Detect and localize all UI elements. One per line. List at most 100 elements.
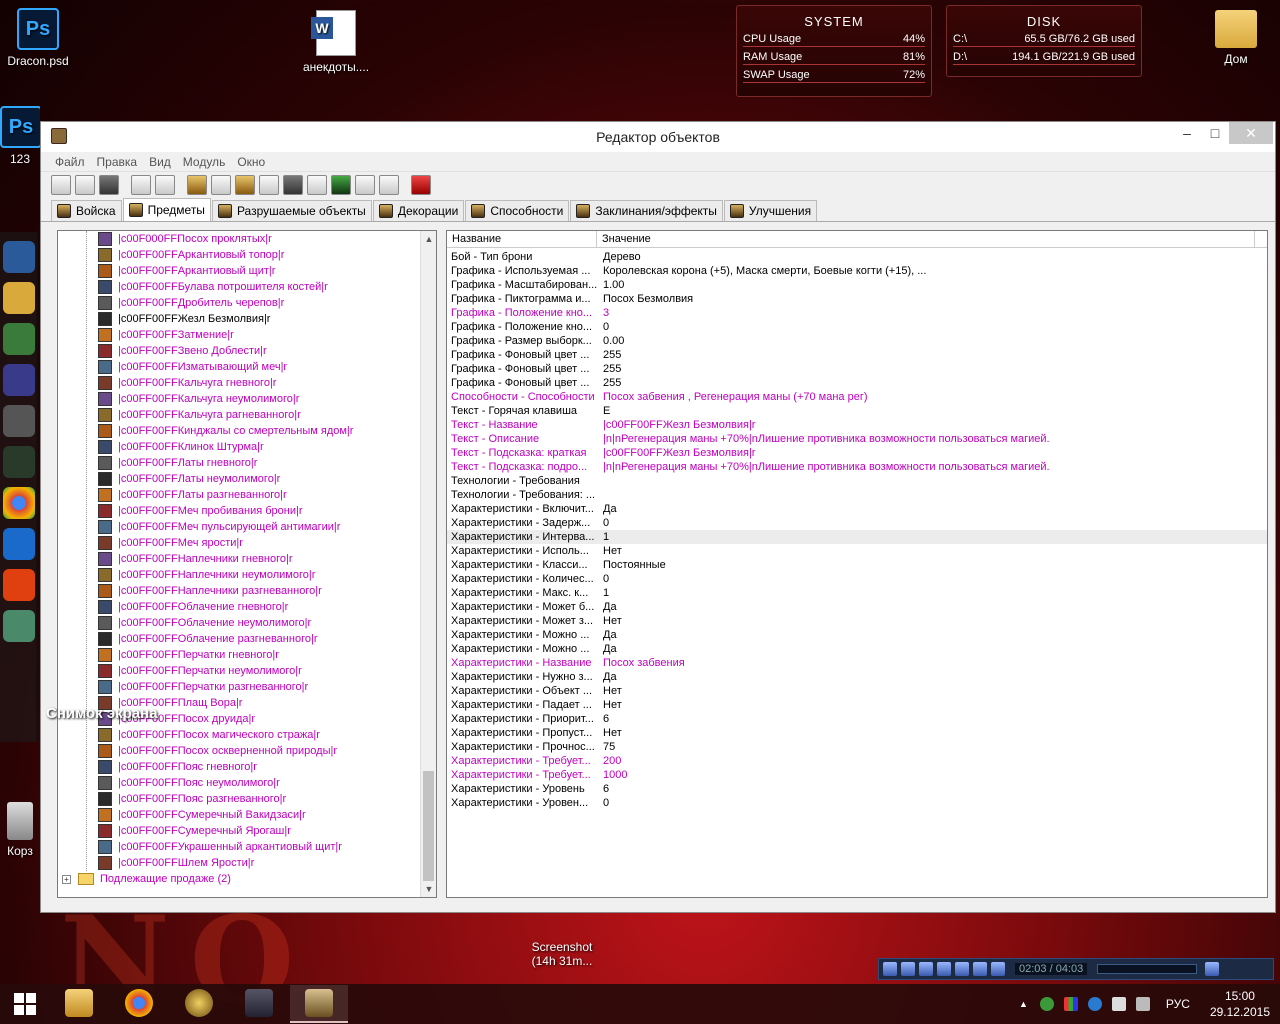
menu-window[interactable]: Окно (237, 155, 265, 169)
property-row[interactable]: Бой - Тип брони Дерево (447, 250, 1267, 264)
test-map-icon[interactable] (379, 175, 399, 195)
menu-edit[interactable]: Правка (97, 155, 138, 169)
property-value[interactable]: 1 (599, 530, 1255, 544)
tree-item[interactable]: |c00FF00FFКинджалы со смертельным ядом|r (58, 423, 420, 439)
property-row[interactable]: Характеристики - Включит... Да (447, 502, 1267, 516)
tree-item[interactable]: |c00FF00FFШлем Ярости|r (58, 855, 420, 871)
property-value[interactable]: 0 (599, 796, 1255, 810)
property-value[interactable]: Нет (599, 684, 1255, 698)
computer-icon[interactable] (3, 241, 35, 273)
property-value[interactable]: Нет (599, 544, 1255, 558)
show-hidden-icons-icon[interactable]: ▲ (1019, 999, 1028, 1009)
tree-item[interactable]: |c00FF00FFСумеречный Вакидзаси|r (58, 807, 420, 823)
tree-item[interactable]: |c00FF00FFОблачение гневного|r (58, 599, 420, 615)
desktop-icon-123[interactable]: Ps 123 (0, 106, 40, 166)
property-value[interactable]: Постоянные (599, 558, 1255, 572)
sound-editor-icon[interactable] (235, 175, 255, 195)
import-manager-icon[interactable] (355, 175, 375, 195)
property-value[interactable]: Да (599, 628, 1255, 642)
property-row[interactable]: Технологии - Требования: ... (447, 488, 1267, 502)
property-value[interactable]: 0 (599, 320, 1255, 334)
column-header-name[interactable]: Название (447, 231, 597, 247)
tree-item[interactable]: |c00FF00FFОблачение разгневанного|r (58, 631, 420, 647)
property-row[interactable]: Текст - Подсказка: краткая |c00FF00FFЖезл… (447, 446, 1267, 460)
scroll-thumb[interactable] (423, 771, 434, 881)
taskbar-chrome[interactable] (110, 985, 168, 1023)
tree-item[interactable]: |c00FF00FFКлинок Штурма|r (58, 439, 420, 455)
property-value[interactable]: Нет (599, 698, 1255, 712)
property-row[interactable]: Характеристики - Требует... 1000 (447, 768, 1267, 782)
property-value[interactable]: 1.00 (599, 278, 1255, 292)
title-bar[interactable]: Редактор объектов – □ ✕ (41, 122, 1275, 152)
desktop-icon-dom[interactable]: Дом (1198, 6, 1274, 66)
property-row[interactable]: Графика - Используемая ... Королевская ко… (447, 264, 1267, 278)
paste-icon[interactable] (155, 175, 175, 195)
property-row[interactable]: Графика - Фоновый цвет ... 255 (447, 376, 1267, 390)
property-value[interactable]: Да (599, 600, 1255, 614)
tree-item[interactable]: |c00FF00FFАркантиовый щит|r (58, 263, 420, 279)
object-tree[interactable]: |c00F000FFПосох проклятых|r |c00FF00FFАрк… (57, 230, 437, 898)
desktop-icon-anekdoty[interactable]: W анекдоты.... (298, 10, 374, 74)
vendetta-icon[interactable] (3, 446, 35, 478)
taskbar-warcraft-game[interactable] (230, 985, 288, 1023)
property-value[interactable]: Нет (599, 614, 1255, 628)
wireless-icon[interactable] (3, 364, 35, 396)
tree-item[interactable]: |c00FF00FFИзматывающий меч|r (58, 359, 420, 375)
property-row[interactable]: Текст - Название |c00FF00FFЖезл Безмолвия… (447, 418, 1267, 432)
property-row[interactable]: Характеристики - Нужно з... Да (447, 670, 1267, 684)
property-value[interactable]: 255 (599, 376, 1255, 390)
property-value[interactable]: Да (599, 502, 1255, 516)
tab-doodads[interactable]: Декорации (372, 200, 465, 221)
stop-icon[interactable] (919, 962, 933, 976)
tree-folder-for-sale[interactable]: + Подлежащие продаже (2) (58, 871, 420, 887)
tree-item[interactable]: |c00FF00FFМеч пульсирующей антимагии|r (58, 519, 420, 535)
folder-icon[interactable] (3, 282, 35, 314)
property-row[interactable]: Характеристики - Интерва... 1 (447, 530, 1267, 544)
task-manager-icon[interactable] (1063, 997, 1078, 1011)
tree-item[interactable]: |c00FF00FFКальчуга гневного|r (58, 375, 420, 391)
tree-item[interactable]: |c00FF00FFПерчатки гневного|r (58, 647, 420, 663)
utorrent-icon[interactable] (1039, 997, 1054, 1011)
next-icon[interactable] (955, 962, 969, 976)
column-header-value[interactable]: Значение (597, 231, 1255, 247)
property-row[interactable]: Характеристики - Макс. к... 1 (447, 586, 1267, 600)
tree-item[interactable]: |c00FF00FFПояс разгневанного|r (58, 791, 420, 807)
property-value[interactable] (599, 488, 1255, 502)
property-row[interactable]: Характеристики - Пропуст... Нет (447, 726, 1267, 740)
play-icon[interactable] (883, 962, 897, 976)
tree-item[interactable]: |c00FF00FFКальчуга неумолимого|r (58, 391, 420, 407)
chrome-icon[interactable] (3, 487, 35, 519)
property-value[interactable]: Дерево (599, 250, 1255, 264)
property-row[interactable]: Текст - Описание |n|nРегенерация маны +70… (447, 432, 1267, 446)
tree-item[interactable]: |c00FF00FFЗатмение|r (58, 327, 420, 343)
tree-item[interactable]: |c00FF00FFОблачение неумолимого|r (58, 615, 420, 631)
property-row[interactable]: Характеристики - Класси... Постоянные (447, 558, 1267, 572)
desktop-icon-dracon[interactable]: Ps Dracon.psd (0, 8, 76, 68)
property-value[interactable]: 0 (599, 516, 1255, 530)
property-value[interactable]: Посох забвения , Регенерация маны (+70 м… (599, 390, 1255, 404)
property-value[interactable]: 6 (599, 712, 1255, 726)
tree-item[interactable]: |c00FF00FFЖезл Безмолвия|r (58, 311, 420, 327)
copy-icon[interactable] (131, 175, 151, 195)
tree-item[interactable]: |c00F000FFПосох проклятых|r (58, 231, 420, 247)
property-value[interactable]: Да (599, 642, 1255, 656)
property-value[interactable]: 6 (599, 782, 1255, 796)
info-icon[interactable] (1087, 997, 1102, 1011)
property-value[interactable]: 75 (599, 740, 1255, 754)
camera-icon[interactable] (3, 610, 35, 642)
property-row[interactable]: Характеристики - Уровен... 0 (447, 796, 1267, 810)
tab-upgrades[interactable]: Улучшения (723, 200, 818, 221)
tree-item[interactable]: |c00FF00FFУкрашенный аркантиовый щит|r (58, 839, 420, 855)
menu-file[interactable]: Файл (55, 155, 85, 169)
tree-item[interactable]: |c00FF00FFПояс неумолимого|r (58, 775, 420, 791)
taskbar-explorer[interactable] (50, 985, 108, 1023)
property-value[interactable]: 1000 (599, 768, 1255, 782)
volume-icon[interactable] (259, 175, 279, 195)
property-row[interactable]: Характеристики - Можно ... Да (447, 628, 1267, 642)
input-language[interactable]: РУС (1166, 997, 1190, 1011)
property-value[interactable]: Нет (599, 726, 1255, 740)
desktop-icon-recycle-bin[interactable]: Корз (0, 798, 40, 858)
property-row[interactable]: Технологии - Требования (447, 474, 1267, 488)
property-row[interactable]: Графика - Положение кно... 0 (447, 320, 1267, 334)
tree-item[interactable]: |c00FF00FFАркантиовый топор|r (58, 247, 420, 263)
